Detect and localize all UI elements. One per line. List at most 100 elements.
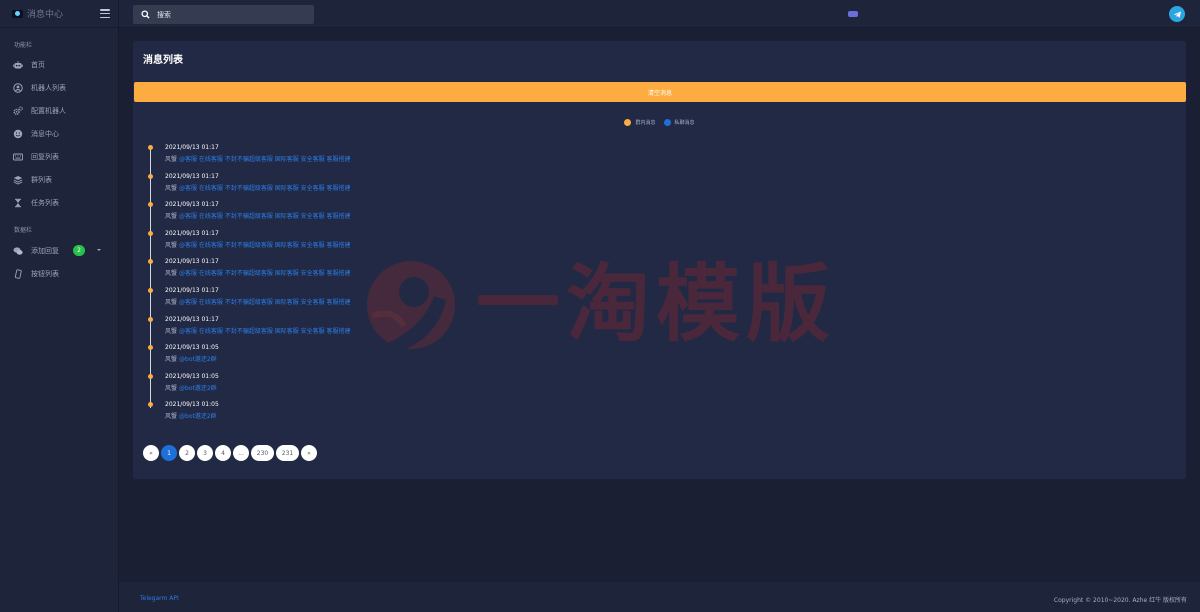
timeline-dot-icon (148, 373, 153, 379)
search-box[interactable] (133, 5, 314, 24)
message-time: 2021/09/13 01:17 (165, 229, 219, 237)
sidebar-item-bot-list[interactable]: 机器人列表 (0, 76, 119, 99)
message-text-link[interactable]: @bot邀还2群 (179, 385, 217, 392)
message-time: 2021/09/13 01:17 (165, 172, 219, 180)
message-time: 2021/09/13 01:05 (165, 372, 219, 380)
message-text-link[interactable]: @客服 在线客服 不封不骗超级客服 国际客服 安全客服 客服搭建 (179, 299, 351, 306)
page-button-current[interactable]: 1 (161, 445, 177, 461)
page-button[interactable]: 3 (197, 445, 213, 461)
sidebar-item-label: 添加回复 (31, 246, 59, 255)
legend-label: 私聊消息 (674, 120, 695, 126)
sidebar-item-label: 机器人列表 (31, 83, 66, 92)
section-label-function: 功能栏 (14, 42, 33, 49)
sidebar-item-button-list[interactable]: 按钮列表 (0, 262, 119, 285)
message-time: 2021/09/13 01:05 (165, 344, 219, 352)
timeline-dot-icon (148, 402, 153, 408)
clear-messages-button[interactable]: 清空消息 (134, 82, 1186, 102)
sidebar-item-label: 任务列表 (31, 198, 59, 207)
message-sender: 风蟹 (165, 184, 178, 192)
timeline-dot-icon (148, 202, 153, 208)
mobile-icon (13, 268, 23, 279)
message-sender: 风蟹 (165, 156, 178, 163)
sidebar-item-group-list[interactable]: 群列表 (0, 168, 119, 191)
message-sender: 风蟹 (165, 241, 178, 249)
user-circle-icon (13, 82, 23, 93)
telegram-api-link[interactable]: Telegarm API (140, 595, 179, 602)
message-text-link[interactable]: @客服 在线客服 不封不骗超级客服 国际客服 安全客服 客服搭建 (179, 156, 351, 163)
brand-logo-icon (12, 9, 23, 18)
timeline-item: 2021/09/13 01:17 风蟹 @客服 在线客服 不封不骗超级客服 国际客… (143, 316, 943, 343)
search-icon (141, 10, 150, 19)
section-label-data: 数据栏 (14, 227, 33, 234)
page-next-button[interactable]: » (301, 445, 317, 461)
page-button[interactable]: 230 (251, 445, 274, 461)
legend: 群内消息 私聊消息 (133, 119, 1186, 126)
data-nav: 添加回复 2 按钮列表 (0, 239, 119, 285)
message-sender: 风蟹 (165, 356, 178, 364)
chat-bubbles-icon (13, 246, 23, 256)
brand-name: 消息中心 (27, 10, 64, 20)
message-text-link[interactable]: @客服 在线客服 不封不骗超级客服 国际客服 安全客服 客服搭建 (179, 328, 351, 335)
sidebar-item-label: 按钮列表 (31, 269, 59, 278)
timeline-item: 2021/09/13 01:17 风蟹 @客服 在线客服 不封不骗超级客服 国际客… (143, 144, 943, 171)
page-button[interactable]: 2 (179, 445, 195, 461)
timeline-item: 2021/09/13 01:17 风蟹 @客服 在线客服 不封不骗超级客服 国际客… (143, 258, 943, 285)
sidebar-item-label: 群列表 (31, 175, 52, 184)
page-ellipsis: ... (233, 445, 249, 461)
message-text-link[interactable]: @客服 在线客服 不封不骗超级客服 国际客服 安全客服 客服搭建 (179, 213, 351, 220)
timeline-item: 2021/09/13 01:17 风蟹 @客服 在线客服 不封不骗超级客服 国际客… (143, 201, 943, 228)
timeline-dot-icon (148, 345, 153, 351)
telegram-icon[interactable] (1169, 6, 1185, 22)
sidebar-item-label: 配置机器人 (31, 106, 66, 115)
sidebar-item-message-center[interactable]: 消息中心 (0, 122, 119, 145)
legend-label: 群内消息 (635, 120, 656, 126)
legend-item-group: 群内消息 (624, 119, 656, 126)
notification-chip[interactable] (848, 11, 858, 17)
legend-dot-icon (663, 119, 671, 126)
sidebar-item-task-list[interactable]: 任务列表 (0, 191, 119, 214)
timeline-dot-icon (148, 145, 153, 150)
sidebar-item-label: 消息中心 (31, 129, 59, 138)
footer: Telegarm API Copyright © 2010~2020. Azhe… (119, 582, 1200, 612)
page-button[interactable]: 4 (215, 445, 231, 461)
message-text-link[interactable]: @客服 在线客服 不封不骗超级客服 国际客服 安全客服 客服搭建 (179, 270, 351, 277)
message-sender: 风蟹 (165, 413, 178, 421)
smile-icon (13, 129, 23, 139)
sidebar-item-add-reply[interactable]: 添加回复 2 (0, 239, 119, 262)
topbar (119, 0, 1200, 28)
timeline-dot-icon (148, 316, 153, 322)
timeline-item: 2021/09/13 01:17 风蟹 @客服 在线客服 不封不骗超级客服 国际客… (143, 229, 943, 257)
legend-dot-icon (624, 119, 632, 126)
sidebar-item-home[interactable]: 首页 (0, 53, 119, 76)
message-time: 2021/09/13 01:17 (165, 287, 219, 294)
menu-toggle-icon[interactable] (100, 9, 110, 18)
timeline-dot-icon (148, 259, 153, 265)
sidebar: 消息中心 功能栏 首页 机器人列表 配置机器人 消息中心 回复列表 群列表 任务… (0, 0, 119, 612)
page-prev-button[interactable]: « (143, 445, 159, 461)
keyboard-icon (13, 152, 23, 162)
copyright-text: Copyright © 2010~2020. Azhe 红牛 版权所有 (1053, 597, 1187, 604)
chevron-down-icon[interactable] (97, 249, 101, 251)
message-text-link[interactable]: @客服 在线客服 不封不骗超级客服 国际客服 安全客服 客服搭建 (179, 185, 351, 192)
timeline-item: 2021/09/13 01:05 风蟹 @bot邀还2群 (143, 401, 943, 428)
timeline-dot-icon (148, 173, 153, 179)
page-title: 消息列表 (143, 55, 183, 66)
count-badge: 2 (73, 245, 85, 256)
message-sender: 风蟹 (165, 213, 178, 221)
message-sender: 风蟹 (165, 299, 178, 306)
message-text-link[interactable]: @bot邀还2群 (179, 413, 217, 420)
search-input[interactable] (157, 10, 307, 19)
sidebar-item-config-bot[interactable]: 配置机器人 (0, 99, 119, 122)
timeline-dot-icon (148, 230, 153, 236)
hourglass-icon (13, 198, 23, 208)
message-sender: 风蟹 (165, 270, 178, 278)
sidebar-item-reply-list[interactable]: 回复列表 (0, 145, 119, 168)
message-text-link[interactable]: @客服 在线客服 不封不骗超级客服 国际客服 安全客服 客服搭建 (179, 242, 351, 249)
timeline-dot-icon (148, 288, 153, 293)
message-list-card: 消息列表 清空消息 群内消息 私聊消息 2021/09/13 01:17 风蟹 @… (133, 41, 1186, 479)
page-button[interactable]: 231 (276, 445, 299, 461)
message-text-link[interactable]: @bot邀还2群 (179, 356, 217, 363)
timeline-item: 2021/09/13 01:05 风蟹 @bot邀还2群 (143, 344, 943, 371)
message-sender: 风蟹 (165, 384, 178, 392)
legend-item-private: 私聊消息 (663, 119, 695, 126)
